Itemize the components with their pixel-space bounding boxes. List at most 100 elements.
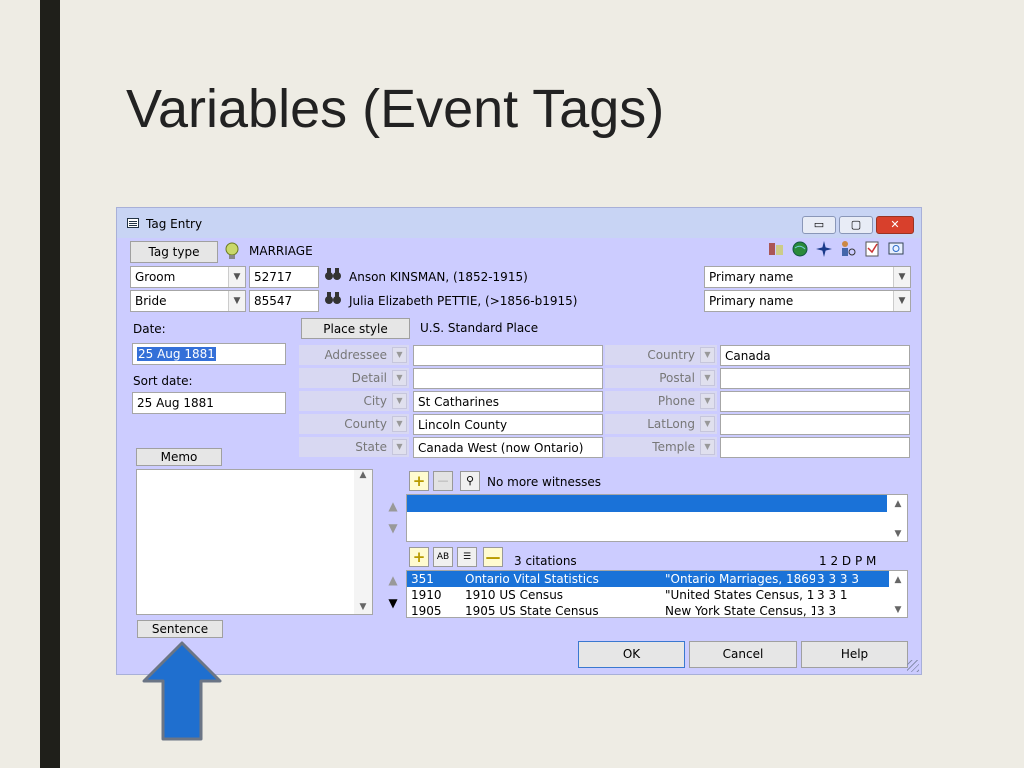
chevron-down-icon[interactable]: ▼ xyxy=(889,529,907,539)
citation-scrollbar[interactable]: ▲ ▼ xyxy=(889,571,907,617)
chevron-down-icon[interactable]: ▼ xyxy=(392,370,407,386)
sort-date-label: Sort date: xyxy=(133,374,193,388)
add-witness-icon[interactable]: + xyxy=(409,471,429,491)
slide-title: Variables (Event Tags) xyxy=(126,79,665,139)
country-field[interactable]: Canada xyxy=(720,345,910,366)
city-field[interactable]: St Catharines xyxy=(413,391,603,412)
citation-down-icon[interactable]: ▼ xyxy=(382,593,404,615)
citation-row[interactable]: 351 Ontario Vital Statistics "Ontario Ma… xyxy=(407,571,907,587)
date-field[interactable]: 25 Aug 1881 xyxy=(132,343,286,365)
screen-refresh-icon[interactable] xyxy=(885,240,907,262)
chevron-down-icon[interactable]: ▼ xyxy=(700,393,715,409)
person-tag-icon[interactable] xyxy=(837,240,859,262)
memo-button[interactable]: Memo xyxy=(136,448,222,466)
binoculars-icon[interactable] xyxy=(322,290,344,312)
groom-role-select[interactable]: Groom ▼ xyxy=(130,266,246,288)
witness-status: No more witnesses xyxy=(487,475,602,489)
chevron-down-icon[interactable]: ▼ xyxy=(700,416,715,432)
bride-role-select[interactable]: Bride ▼ xyxy=(130,290,246,312)
postal-label: Postal ▼ xyxy=(605,368,717,388)
county-field[interactable]: Lincoln County xyxy=(413,414,603,435)
citation-order-icon[interactable]: AB xyxy=(433,547,453,567)
addressee-label: Addressee ▼ xyxy=(299,345,409,365)
tag-type-button[interactable]: Tag type xyxy=(130,241,218,263)
witness-up-icon[interactable]: ▲ xyxy=(382,496,404,518)
sentence-button[interactable]: Sentence xyxy=(137,620,223,638)
tag-type-value: MARRIAGE xyxy=(249,244,313,258)
addressee-field[interactable] xyxy=(413,345,603,366)
add-citation-icon[interactable]: + xyxy=(409,547,429,567)
latlong-label: LatLong ▼ xyxy=(605,414,717,434)
citation-row[interactable]: 1910 1910 US Census "United States Censu… xyxy=(407,587,907,603)
country-label: Country ▼ xyxy=(605,345,717,365)
place-style-value: U.S. Standard Place xyxy=(420,321,539,335)
chevron-down-icon[interactable]: ▼ xyxy=(354,602,372,612)
citation-columns-header: 1 2 D P M xyxy=(819,554,877,568)
citation-list-icon[interactable]: ☰ xyxy=(457,547,477,567)
phone-label: Phone ▼ xyxy=(605,391,717,411)
memo-textarea[interactable]: ▲ ▼ xyxy=(136,469,373,615)
compass-icon[interactable] xyxy=(813,240,835,262)
cancel-button[interactable]: Cancel xyxy=(689,641,797,668)
chevron-down-icon[interactable]: ▼ xyxy=(392,416,407,432)
witness-list[interactable]: ▲ ▼ xyxy=(406,494,908,542)
date-value: 25 Aug 1881 xyxy=(137,347,216,361)
groom-name-type-value: Primary name xyxy=(709,270,794,284)
bride-name-type-select[interactable]: Primary name ▼ xyxy=(704,290,911,312)
bride-id-field[interactable]: 85547 xyxy=(249,290,319,312)
ok-button[interactable]: OK xyxy=(578,641,685,668)
chevron-down-icon[interactable]: ▼ xyxy=(889,605,907,615)
maximize-button[interactable]: ▢ xyxy=(839,216,873,234)
latlong-field[interactable] xyxy=(720,414,910,435)
remove-citation-icon[interactable]: — xyxy=(483,547,503,567)
person-books-icon[interactable] xyxy=(765,240,787,262)
chevron-up-icon[interactable]: ▲ xyxy=(889,499,907,509)
phone-field[interactable] xyxy=(720,391,910,412)
minimize-button[interactable]: ▭ xyxy=(802,216,836,234)
notepad-icon[interactable] xyxy=(861,240,883,262)
chevron-down-icon[interactable]: ▼ xyxy=(392,439,407,455)
chevron-down-icon[interactable]: ▼ xyxy=(700,370,715,386)
binoculars-icon[interactable] xyxy=(322,266,344,288)
state-field[interactable]: Canada West (now Ontario) xyxy=(413,437,603,458)
witness-selected-row[interactable] xyxy=(407,495,887,512)
chevron-up-icon[interactable]: ▲ xyxy=(889,575,907,585)
resize-grip[interactable] xyxy=(907,660,919,672)
chevron-down-icon[interactable]: ▼ xyxy=(700,439,715,455)
up-arrow-annotation xyxy=(142,641,222,741)
temple-label: Temple ▼ xyxy=(605,437,717,457)
witness-scrollbar[interactable]: ▲ ▼ xyxy=(889,495,907,541)
lightbulb-icon[interactable] xyxy=(221,241,243,263)
chevron-down-icon[interactable]: ▼ xyxy=(392,347,407,363)
groom-id-field[interactable]: 52717 xyxy=(249,266,319,288)
memo-scrollbar[interactable]: ▲ ▼ xyxy=(354,470,372,614)
bride-name: Julia Elizabeth PETTIE, (>1856-b1915) xyxy=(349,294,578,308)
help-button[interactable]: Help xyxy=(801,641,908,668)
city-label: City ▼ xyxy=(299,391,409,411)
county-label: County ▼ xyxy=(299,414,409,434)
place-style-button[interactable]: Place style xyxy=(301,318,410,339)
citation-up-icon[interactable]: ▲ xyxy=(382,570,404,592)
remove-witness-icon[interactable]: — xyxy=(433,471,453,491)
citation-row[interactable]: 1905 1905 US State Census New York State… xyxy=(407,603,907,617)
window-title: Tag Entry xyxy=(146,217,203,231)
groom-name-type-select[interactable]: Primary name ▼ xyxy=(704,266,911,288)
sort-date-field[interactable]: 25 Aug 1881 xyxy=(132,392,286,414)
witness-down-icon[interactable]: ▼ xyxy=(382,518,404,540)
postal-field[interactable] xyxy=(720,368,910,389)
chevron-down-icon[interactable]: ▼ xyxy=(228,267,245,287)
citation-list[interactable]: 351 Ontario Vital Statistics "Ontario Ma… xyxy=(406,570,908,618)
chevron-down-icon[interactable]: ▼ xyxy=(893,267,910,287)
chevron-down-icon[interactable]: ▼ xyxy=(392,393,407,409)
chevron-down-icon[interactable]: ▼ xyxy=(700,347,715,363)
globe-icon[interactable] xyxy=(789,240,811,262)
close-button[interactable]: ✕ xyxy=(876,216,914,234)
chevron-down-icon[interactable]: ▼ xyxy=(893,291,910,311)
citation-count: 3 citations xyxy=(514,554,577,568)
find-witness-icon[interactable]: ⚲ xyxy=(460,471,480,491)
detail-field[interactable] xyxy=(413,368,603,389)
chevron-down-icon[interactable]: ▼ xyxy=(228,291,245,311)
chevron-up-icon[interactable]: ▲ xyxy=(354,470,372,480)
state-label: State ▼ xyxy=(299,437,409,457)
temple-field[interactable] xyxy=(720,437,910,458)
